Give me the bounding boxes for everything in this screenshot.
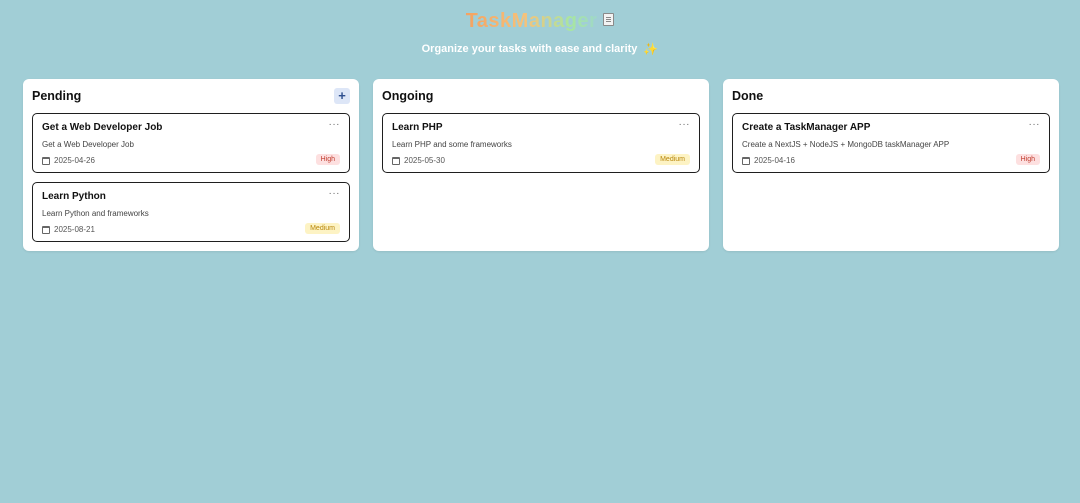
column-done: Done Create a TaskManager APP ··· Create… — [723, 79, 1059, 251]
calendar-icon — [742, 156, 750, 165]
task-card[interactable]: Create a TaskManager APP ··· Create a Ne… — [732, 113, 1050, 173]
sparkle-icon: ✨ — [643, 42, 659, 56]
app-subtitle: Organize your tasks with ease and clarit… — [422, 42, 659, 56]
task-title: Create a TaskManager APP — [742, 122, 871, 133]
task-due-date: 2025-04-26 — [42, 156, 95, 165]
app-title-text: TaskManager — [465, 9, 598, 32]
more-options-icon[interactable]: ··· — [329, 119, 341, 130]
column-pending: Pending + Get a Web Developer Job ··· Ge… — [23, 79, 359, 251]
task-date-text: 2025-05-30 — [404, 156, 445, 165]
task-title: Learn Python — [42, 191, 106, 202]
task-due-date: 2025-04-16 — [742, 156, 795, 165]
task-description: Get a Web Developer Job — [42, 140, 134, 149]
task-due-date: 2025-05-30 — [392, 156, 445, 165]
task-date-text: 2025-08-21 — [54, 225, 95, 234]
task-description: Create a NextJS + NodeJS + MongoDB taskM… — [742, 140, 950, 149]
task-title: Get a Web Developer Job — [42, 122, 163, 133]
task-date-text: 2025-04-16 — [754, 156, 795, 165]
priority-badge: Medium — [655, 154, 690, 165]
task-description: Learn PHP and some frameworks — [392, 140, 512, 149]
calendar-icon — [392, 156, 400, 165]
task-card[interactable]: Get a Web Developer Job ··· Get a Web De… — [32, 113, 350, 173]
task-description: Learn Python and frameworks — [42, 209, 149, 218]
app-header: TaskManager Organize your tasks with eas… — [0, 8, 1080, 57]
priority-badge: High — [1015, 154, 1040, 165]
task-card[interactable]: Learn Python ··· Learn Python and framew… — [32, 182, 350, 242]
task-title: Learn PHP — [392, 122, 443, 133]
subtitle-text: Organize your tasks with ease and clarit… — [421, 43, 638, 55]
app-title: TaskManager — [466, 8, 615, 34]
calendar-icon — [42, 225, 50, 234]
add-task-button[interactable]: + — [334, 88, 350, 104]
task-date-text: 2025-04-26 — [54, 156, 95, 165]
column-title: Ongoing — [382, 89, 434, 103]
priority-badge: High — [315, 154, 340, 165]
more-options-icon[interactable]: ··· — [1029, 119, 1041, 130]
calendar-icon — [42, 156, 50, 165]
task-card[interactable]: Learn PHP ··· Learn PHP and some framewo… — [382, 113, 700, 173]
memo-icon — [603, 12, 615, 26]
column-ongoing: Ongoing Learn PHP ··· Learn PHP and some… — [373, 79, 709, 251]
task-due-date: 2025-08-21 — [42, 225, 95, 234]
column-title: Done — [732, 89, 764, 103]
priority-badge: Medium — [305, 223, 340, 234]
more-options-icon[interactable]: ··· — [679, 119, 691, 130]
column-title: Pending — [32, 89, 82, 103]
more-options-icon[interactable]: ··· — [329, 188, 341, 199]
